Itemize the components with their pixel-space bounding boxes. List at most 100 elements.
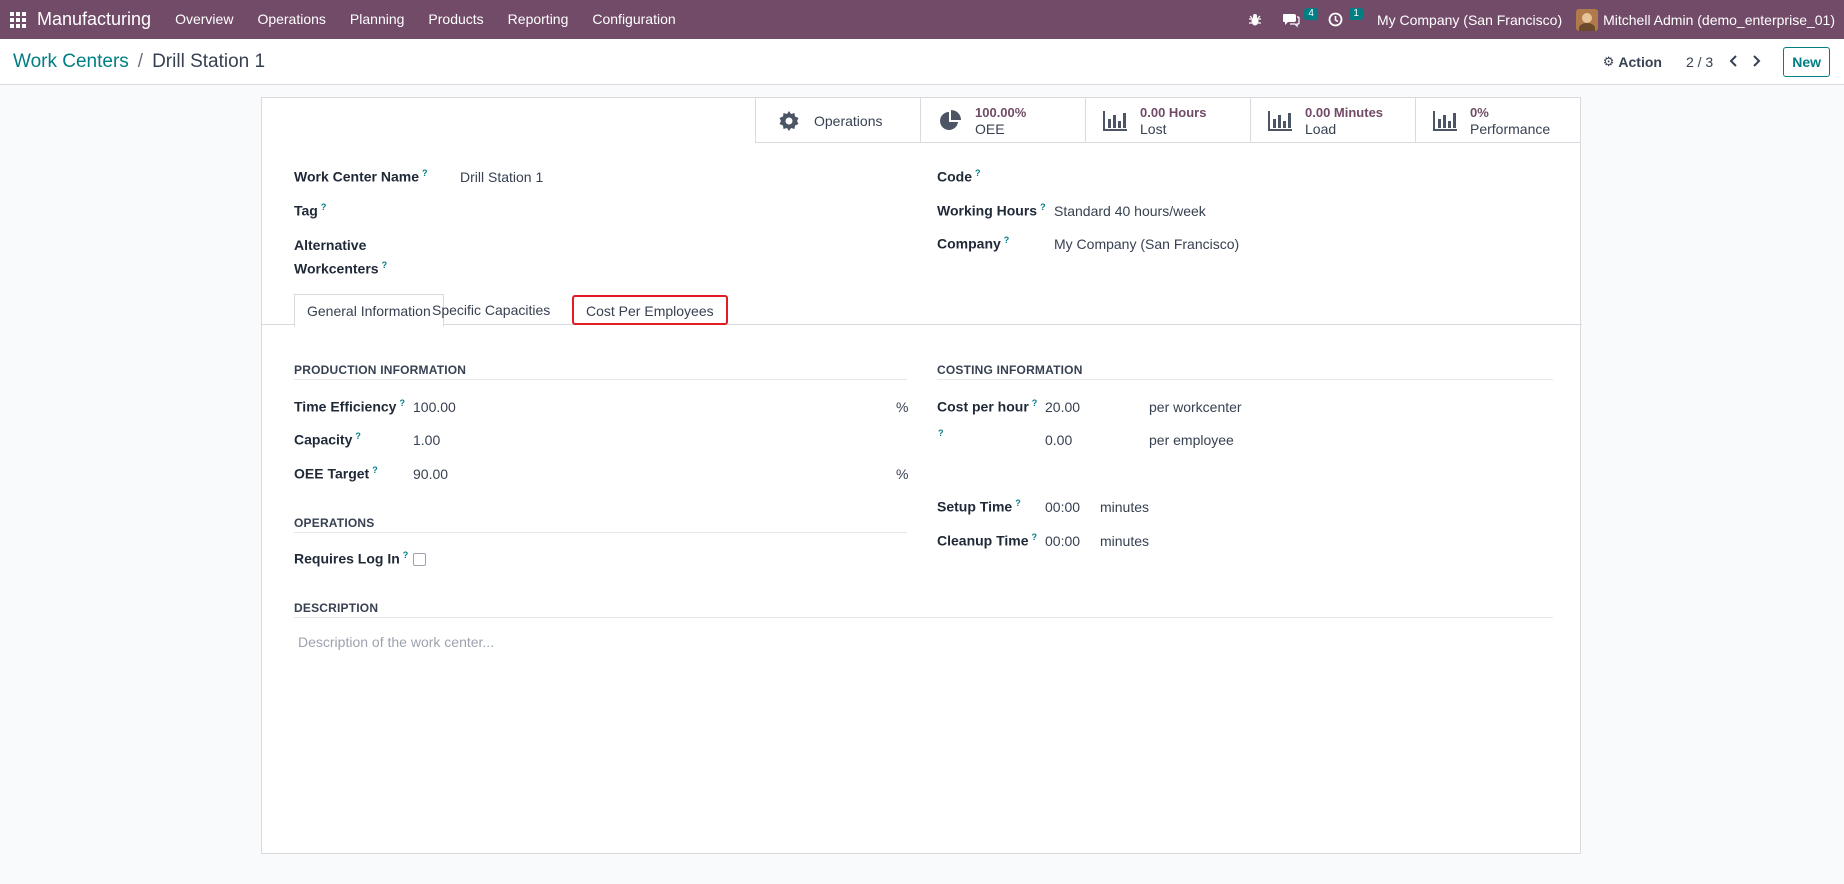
operations-label: Operations xyxy=(814,112,883,129)
percent-unit: % xyxy=(896,399,909,415)
messages-icon[interactable]: 4 xyxy=(1272,0,1318,39)
requires-log-in-label: Requires Log In? xyxy=(294,550,409,567)
employee-cost-field[interactable]: 0.00 xyxy=(1045,432,1072,448)
help-icon[interactable]: ? xyxy=(382,260,388,270)
lost-smart-button[interactable]: 0.00 Hours Lost xyxy=(1085,98,1250,143)
lost-value: 0.00 Hours xyxy=(1140,104,1207,120)
help-icon[interactable]: ? xyxy=(1032,398,1038,408)
control-panel: Work Centers / Drill Station 1 ⚙ Action … xyxy=(0,39,1844,85)
oee-smart-button[interactable]: 100.00% OEE xyxy=(920,98,1085,143)
time-efficiency-field[interactable]: 100.00 xyxy=(413,399,456,415)
messages-count-badge: 4 xyxy=(1304,8,1318,20)
description-title: DESCRIPTION xyxy=(294,601,379,615)
section-divider xyxy=(294,617,1553,618)
help-icon[interactable]: ? xyxy=(422,168,428,178)
tag-label: Tag? xyxy=(294,202,327,219)
notebook-tabs: General Information Specific Capacities … xyxy=(262,294,1582,327)
description-placeholder: Description of the work center... xyxy=(298,634,495,650)
setup-time-field[interactable]: 00:00 xyxy=(1045,499,1080,515)
work-center-name-label: Work Center Name? xyxy=(294,168,428,185)
operations-smart-button[interactable]: Operations xyxy=(755,98,920,143)
bar-chart-icon xyxy=(1432,110,1458,132)
load-label: Load xyxy=(1305,120,1337,137)
breadcrumb-work-centers[interactable]: Work Centers xyxy=(13,51,129,73)
user-name: Mitchell Admin (demo_enterprise_01) xyxy=(1603,11,1835,28)
app-name[interactable]: Manufacturing xyxy=(37,9,151,30)
oee-label: OEE xyxy=(975,120,1005,137)
help-icon[interactable]: ? xyxy=(1015,498,1021,508)
form-sheet: Operations 100.00% OEE 0.00 Hours Lost 0… xyxy=(261,97,1582,854)
load-smart-button[interactable]: 0.00 Minutes Load xyxy=(1250,98,1415,143)
avatar xyxy=(1576,8,1599,31)
per-employee-unit: per employee xyxy=(1149,432,1234,448)
pager-value[interactable]: 2 / 3 xyxy=(1686,54,1713,70)
action-button[interactable]: ⚙ Action xyxy=(1603,54,1662,70)
pager-next-icon[interactable] xyxy=(1745,54,1767,70)
alternative-workcenters-field[interactable] xyxy=(460,235,880,275)
tag-field[interactable] xyxy=(460,198,880,222)
working-hours-field[interactable]: Standard 40 hours/week xyxy=(1054,203,1206,219)
code-field[interactable] xyxy=(1054,164,1554,188)
smart-button-box: Operations 100.00% OEE 0.00 Hours Lost 0… xyxy=(755,98,1580,143)
working-hours-label: Working Hours? xyxy=(937,202,1046,219)
menu-operations[interactable]: Operations xyxy=(245,0,337,39)
pager-previous-icon[interactable] xyxy=(1723,54,1745,70)
company-label: Company? xyxy=(937,235,1010,252)
performance-label: Performance xyxy=(1470,120,1551,137)
setup-time-label: Setup Time? xyxy=(937,498,1021,515)
debug-bug-icon[interactable] xyxy=(1238,0,1272,39)
activities-count-badge: 1 xyxy=(1349,8,1363,20)
performance-smart-button[interactable]: 0% Performance xyxy=(1415,98,1580,143)
gear-icon xyxy=(776,110,802,132)
minutes-unit: minutes xyxy=(1100,533,1150,549)
help-icon[interactable]: ? xyxy=(1040,202,1046,212)
per-workcenter-unit: per workcenter xyxy=(1149,399,1242,415)
pie-chart-icon xyxy=(937,109,963,132)
help-icon[interactable]: ? xyxy=(975,168,981,178)
gear-icon: ⚙ xyxy=(1602,54,1615,69)
minutes-unit: minutes xyxy=(1100,499,1150,515)
menu-planning[interactable]: Planning xyxy=(338,0,417,39)
work-center-name-field[interactable]: Drill Station 1 xyxy=(460,169,543,185)
activities-clock-icon[interactable]: 1 xyxy=(1318,0,1363,39)
description-editor[interactable]: Description of the work center... xyxy=(298,634,1553,784)
help-icon[interactable]: ? xyxy=(1004,235,1010,245)
operations-section-title: OPERATIONS xyxy=(294,516,375,530)
cleanup-time-label: Cleanup Time? xyxy=(937,532,1038,549)
menu-configuration[interactable]: Configuration xyxy=(580,0,687,39)
requires-log-in-checkbox[interactable] xyxy=(413,553,426,566)
production-information-title: PRODUCTION INFORMATION xyxy=(294,363,467,377)
oee-target-label: OEE Target? xyxy=(294,465,378,482)
tab-cost-per-employees[interactable]: Cost Per Employees xyxy=(572,295,728,325)
company-field[interactable]: My Company (San Francisco) xyxy=(1054,236,1239,252)
menu-reporting[interactable]: Reporting xyxy=(496,0,581,39)
lost-label: Lost xyxy=(1140,120,1167,137)
cleanup-time-field[interactable]: 00:00 xyxy=(1045,533,1080,549)
help-icon[interactable]: ? xyxy=(403,550,409,560)
menu-overview[interactable]: Overview xyxy=(163,0,245,39)
help-icon[interactable]: ? xyxy=(399,398,405,408)
new-button[interactable]: New xyxy=(1783,47,1830,77)
help-icon[interactable]: ? xyxy=(355,431,361,441)
help-icon[interactable]: ? xyxy=(938,428,944,438)
oee-target-field[interactable]: 90.00 xyxy=(413,466,448,482)
help-icon[interactable]: ? xyxy=(1032,532,1038,542)
company-switcher[interactable]: My Company (San Francisco) xyxy=(1363,12,1576,28)
performance-value: 0% xyxy=(1470,104,1489,120)
menu-products[interactable]: Products xyxy=(416,0,495,39)
apps-menu-icon[interactable] xyxy=(2,0,34,39)
capacity-field[interactable]: 1.00 xyxy=(413,432,440,448)
cost-per-hour-label: Cost per hour? xyxy=(937,398,1038,415)
tab-specific-capacities[interactable]: Specific Capacities xyxy=(420,294,562,327)
user-menu[interactable]: Mitchell Admin (demo_enterprise_01) xyxy=(1576,8,1844,31)
costing-information-title: COSTING INFORMATION xyxy=(937,363,1083,377)
help-icon[interactable]: ? xyxy=(372,465,378,475)
section-divider xyxy=(294,532,907,533)
cost-per-hour-field[interactable]: 20.00 xyxy=(1045,399,1080,415)
capacity-label: Capacity? xyxy=(294,431,361,448)
help-icon[interactable]: ? xyxy=(321,202,327,212)
percent-unit: % xyxy=(896,466,909,482)
breadcrumb-current: Drill Station 1 xyxy=(152,51,266,72)
bar-chart-icon xyxy=(1267,110,1293,132)
breadcrumb: Work Centers / Drill Station 1 xyxy=(13,51,265,73)
